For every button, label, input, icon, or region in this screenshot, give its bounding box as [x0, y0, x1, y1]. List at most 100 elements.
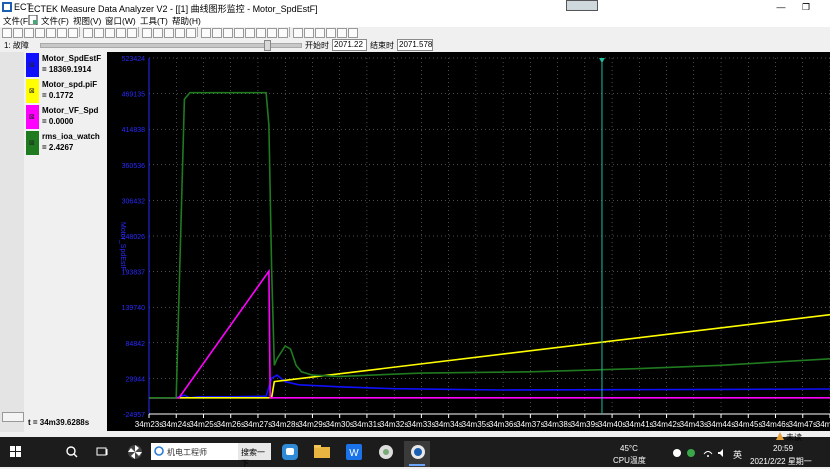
chart-area[interactable]: 34m23s34m24s34m25s34m26s34m27s34m28s34m2…	[107, 52, 830, 432]
end-time-label: 结束时	[370, 41, 394, 50]
legend-item-rms-ioa-watch[interactable]: ⊠ rms_ioa_watch = 2.4267	[26, 131, 106, 155]
minimize-button[interactable]: —	[770, 0, 792, 14]
pan-icon[interactable]	[186, 28, 196, 38]
copy-plot-icon[interactable]	[304, 28, 314, 38]
zoom-in-icon[interactable]	[201, 28, 211, 38]
x-tick-label: 34m38s	[543, 420, 571, 429]
tray-app-icon[interactable]	[672, 448, 682, 458]
menu-file[interactable]: 文件(F)	[41, 15, 69, 27]
x-mark-icon: ⊠	[29, 140, 35, 147]
x-tick-label: 34m47s	[789, 420, 817, 429]
grid-icon[interactable]	[256, 28, 266, 38]
x-tick-label: 34m46s	[761, 420, 789, 429]
auto-scale-icon[interactable]	[267, 28, 277, 38]
refresh-icon[interactable]	[315, 28, 325, 38]
cut-icon[interactable]	[35, 28, 45, 38]
x-tick-label: 34m41s	[625, 420, 653, 429]
media-app-icon[interactable]	[377, 443, 395, 461]
info-icon[interactable]	[326, 28, 336, 38]
menu-bar: 文件(F 文件(F) 视图(V) 窗口(W) 工具(T) 帮助(H)	[0, 14, 830, 27]
record-icon[interactable]	[116, 28, 126, 38]
print-icon[interactable]	[68, 28, 78, 38]
list-icon[interactable]	[348, 28, 358, 38]
x-tick-label: 34m37s	[516, 420, 544, 429]
chat-app-icon[interactable]	[281, 443, 299, 461]
y-tick-label: 29944	[126, 376, 146, 383]
zoom-y-icon[interactable]	[245, 28, 255, 38]
ectek-app-icon[interactable]	[409, 443, 427, 461]
save-icon[interactable]	[24, 28, 34, 38]
legend-name: Motor_spd.piF	[42, 80, 98, 89]
zoom-out-icon[interactable]	[212, 28, 222, 38]
search-button-label: 搜索一下	[241, 448, 265, 468]
step-icon[interactable]	[94, 28, 104, 38]
app-pinwheel-icon[interactable]	[127, 444, 143, 460]
legend-value: = 2.4267	[42, 143, 74, 152]
marker-icon[interactable]	[278, 28, 288, 38]
time-scroll-thumb[interactable]	[264, 40, 271, 51]
menu-tools[interactable]: 工具(T)	[140, 15, 168, 27]
x-tick-label: 34m31s	[353, 420, 381, 429]
restore-button[interactable]: ❐	[795, 0, 817, 14]
legend-name: Motor_SpdEstF	[42, 54, 102, 63]
menu-view[interactable]: 视图(V)	[73, 15, 101, 27]
copy-icon[interactable]	[46, 28, 56, 38]
stop-icon[interactable]	[105, 28, 115, 38]
menu-file-short[interactable]: 文件(F	[3, 15, 28, 27]
notice-icon	[776, 432, 784, 440]
legend-item-motor-vf-spd[interactable]: ⊠ Motor_VF_Spd = 0.0000	[26, 105, 106, 129]
ie-icon	[154, 446, 164, 456]
cpu-temp-value: 45°C	[620, 444, 638, 453]
search-button[interactable]: 搜索一下	[238, 443, 271, 468]
task-view-icon[interactable]	[96, 446, 108, 458]
pause-icon[interactable]	[127, 28, 137, 38]
new-file-icon[interactable]	[2, 28, 12, 38]
active-app-underline	[409, 464, 425, 466]
cursor-icon[interactable]	[164, 28, 174, 38]
play-icon[interactable]	[83, 28, 93, 38]
export-icon[interactable]	[293, 28, 303, 38]
wps-icon[interactable]: W	[345, 443, 363, 461]
select-icon[interactable]	[142, 28, 152, 38]
side-pane-button[interactable]	[2, 412, 24, 422]
legend-swatch: ⊠	[26, 131, 39, 155]
series-line-motor-spd-pif	[149, 313, 830, 399]
legend-item-motor-spd-pif[interactable]: ⊠ Motor_spd.piF = 0.1772	[26, 79, 106, 103]
clock-time[interactable]: 20:59	[773, 444, 793, 453]
x-tick-label: 34m45s	[734, 420, 762, 429]
ime-indicator[interactable]: 英	[733, 448, 742, 461]
unread-label[interactable]: 未读	[786, 432, 802, 443]
series-line-motor-vf-spd	[149, 268, 830, 399]
tray-green-icon[interactable]	[686, 448, 696, 458]
end-time-field[interactable]: 2071.578	[397, 39, 433, 51]
y-tick-label: 306432	[122, 198, 145, 205]
menu-window[interactable]: 窗口(W)	[105, 15, 136, 27]
windows-start-icon[interactable]	[10, 446, 22, 458]
toolbar-separator	[289, 27, 290, 37]
x-tick-label: 34m24s	[162, 420, 190, 429]
volume-icon[interactable]	[717, 448, 727, 458]
zoom-fit-icon[interactable]	[223, 28, 233, 38]
time-scroll-track[interactable]	[40, 43, 302, 48]
measure-icon[interactable]	[175, 28, 185, 38]
search-icon[interactable]	[66, 446, 78, 458]
settings-icon[interactable]	[337, 28, 347, 38]
network-icon[interactable]	[703, 448, 713, 458]
folder-icon[interactable]	[313, 443, 331, 461]
x-tick-label: 34m29s	[298, 420, 326, 429]
clock-date[interactable]: 2021/2/22 星期一	[750, 456, 812, 467]
doc-icon	[28, 15, 38, 25]
legend-item-motor-spdestf[interactable]: ⊠ Motor_SpdEstF = 18369.1914	[26, 53, 106, 77]
svg-text:W: W	[349, 448, 359, 459]
delete-icon[interactable]	[153, 28, 163, 38]
x-tick-label: 34m23s	[135, 420, 163, 429]
start-time-field[interactable]: 2071.22	[332, 39, 367, 51]
y-tick-label: 414838	[122, 127, 145, 134]
legend-name: rms_ioa_watch	[42, 132, 100, 141]
start-time-label: 开始时	[305, 41, 329, 50]
paste-icon[interactable]	[57, 28, 67, 38]
menu-help[interactable]: 帮助(H)	[172, 15, 201, 27]
taskbar-search-field[interactable]: 机电工程师	[151, 443, 238, 460]
zoom-x-icon[interactable]	[234, 28, 244, 38]
open-file-icon[interactable]	[13, 28, 23, 38]
